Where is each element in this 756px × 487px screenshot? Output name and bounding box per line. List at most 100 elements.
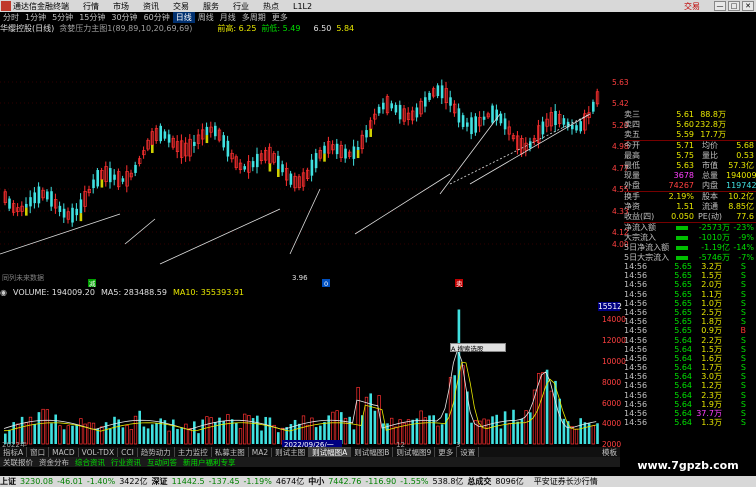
quote-value: 5.71 (676, 141, 694, 150)
trade-price: 5.64 (674, 418, 692, 428)
period-tab-10[interactable]: 更多 (269, 12, 291, 23)
volume-bar (348, 416, 351, 444)
indicator-tab-8[interactable]: MA2 (249, 447, 273, 457)
trade-link[interactable]: 交易 (684, 1, 700, 12)
volume-tick-label: 10000 (602, 357, 626, 366)
zx-index-name[interactable]: 中小 (308, 476, 324, 487)
quote-value: 5.61 (676, 110, 694, 119)
function-tab-0[interactable]: 关联报价 (0, 457, 36, 468)
candle-body (390, 103, 393, 109)
candle-body (113, 174, 116, 180)
menu-item-5[interactable]: 行业 (233, 2, 249, 11)
menu-item-4[interactable]: 服务 (203, 2, 219, 11)
indicator-tab-2[interactable]: MACD (49, 447, 79, 457)
period-tab-1[interactable]: 1分钟 (22, 12, 49, 23)
trade-side: S (740, 317, 746, 327)
title-bar: 通达信金融终端 行情 市场 资讯 交易 服务 行业 热点 L1L2 交易 — □ ✕ (0, 0, 756, 12)
indicator-tab-13[interactable]: 更多 (435, 446, 458, 458)
candle-body (25, 203, 28, 208)
trade-side: S (740, 335, 746, 345)
candlestick-chart[interactable]: 3.96 同列未来数据减 0 卖 (0, 34, 600, 287)
candle-body (482, 116, 486, 120)
candle-body (466, 122, 469, 127)
quote-value-2: 88.8万 (700, 110, 726, 119)
menu-item-2[interactable]: 资讯 (143, 2, 159, 11)
trade-price: 5.64 (674, 399, 692, 409)
quote-row: 卖五 5.59 17.7万 (624, 130, 756, 140)
volume-bar (331, 411, 335, 445)
quote-value-2: 8.85亿 (728, 202, 754, 211)
indicator-tab-3[interactable]: VOL-TDX (79, 447, 119, 457)
volume-bar (486, 419, 490, 445)
function-tab-2[interactable]: 综合资讯 (72, 457, 108, 468)
period-tab-9[interactable]: 多周期 (239, 12, 269, 23)
menu-item-3[interactable]: 交易 (173, 2, 189, 11)
volume-bar (579, 418, 582, 444)
menu-item-1[interactable]: 市场 (113, 2, 129, 11)
indicator-tab-10[interactable]: 则试幅图A (309, 446, 352, 458)
menu-item-6[interactable]: 热点 (263, 2, 279, 11)
indicator-name[interactable]: 贪婪压力主图1(89,89,10,20,69,69) (59, 23, 192, 34)
menu-item-0[interactable]: 行情 (83, 2, 99, 11)
volume-chart[interactable]: 2022年 2022/09/26/一 12 3 (0, 297, 600, 447)
volume-bar (529, 412, 532, 444)
period-tab-8[interactable]: 月线 (217, 12, 239, 23)
period-tab-0[interactable]: 分时 (0, 12, 22, 23)
volume-bar (470, 422, 473, 444)
trade-time: 14:56 (624, 390, 648, 400)
watermark: www.7gpzb.com (620, 456, 756, 476)
search-popup[interactable]: A 搜索选股 (450, 343, 506, 353)
volume-bar (411, 419, 414, 444)
trade-volume: 1.5万 (701, 271, 722, 281)
candle-body (436, 85, 440, 97)
period-tab-2[interactable]: 5分钟 (49, 12, 76, 23)
indicator-info-bar: 华缨控股(日线) 贪婪压力主图1(89,89,10,20,69,69) 前高: … (0, 23, 600, 34)
volume-bar (260, 430, 263, 444)
volume-bar (541, 372, 545, 445)
trade-volume: 1.8万 (701, 317, 722, 327)
indicator-tab-14[interactable]: 设置 (457, 446, 480, 458)
tick-trade-list[interactable]: 14:56 5.65 3.2万 S 14:56 5.65 1.5万 S 14:56 5.65 2.0… (624, 262, 756, 427)
function-tab-3[interactable]: 行业资讯 (108, 457, 144, 468)
maximize-icon[interactable]: □ (728, 1, 740, 11)
function-tab-1[interactable]: 资金分布 (36, 457, 72, 468)
stock-title: 华缨控股(日线) (0, 24, 55, 33)
period-tab-7[interactable]: 周线 (195, 12, 217, 23)
sz-index-amount: 4674亿 (275, 477, 305, 486)
news-ticker[interactable]: 平安证券长沙行情 (534, 476, 598, 487)
volume-bar (66, 425, 70, 445)
volume-bar (172, 419, 175, 444)
trade-time: 14:56 (624, 381, 648, 391)
function-tab-4[interactable]: 互动问答 (144, 457, 180, 468)
period-tab-3[interactable]: 15分钟 (76, 12, 108, 23)
indicator-tab-9[interactable]: 则试主图 (272, 446, 310, 458)
period-tab-5[interactable]: 60分钟 (141, 12, 173, 23)
candle-body (398, 104, 402, 120)
indicator-tab-4[interactable]: CCI (118, 447, 138, 457)
trade-time: 14:56 (624, 289, 648, 299)
function-tab-5[interactable]: 新用户福利专享 (180, 457, 239, 468)
sh-index-name[interactable]: 上证 (0, 476, 16, 487)
volume-bar (184, 423, 188, 445)
template-tab[interactable]: 模板 (599, 447, 620, 458)
trade-price: 5.65 (674, 326, 692, 336)
volume-bar (151, 424, 154, 444)
trade-side: S (740, 262, 746, 271)
volume-bar (201, 419, 204, 444)
volume-bar (100, 426, 104, 445)
indicator-tab-12[interactable]: 则试幅图9 (393, 446, 436, 458)
trade-volume: 37.7万 (696, 409, 722, 418)
volume-bar (499, 428, 503, 444)
flow-row: 净流入额 -2573万 -23% (624, 223, 756, 233)
volume-bar (327, 415, 330, 444)
indicator-tab-11[interactable]: 则试幅图B (351, 446, 394, 458)
close-icon[interactable]: ✕ (742, 1, 754, 11)
sz-index-name[interactable]: 深证 (152, 476, 168, 487)
minimize-icon[interactable]: — (714, 1, 726, 11)
period-tab-6[interactable]: 日线 (172, 12, 195, 23)
menu-item-7[interactable]: L1L2 (293, 2, 312, 11)
candle-body (352, 146, 356, 159)
period-tab-4[interactable]: 30分钟 (108, 12, 140, 23)
candle-body (428, 92, 431, 100)
trade-volume: 2.0万 (701, 280, 722, 290)
